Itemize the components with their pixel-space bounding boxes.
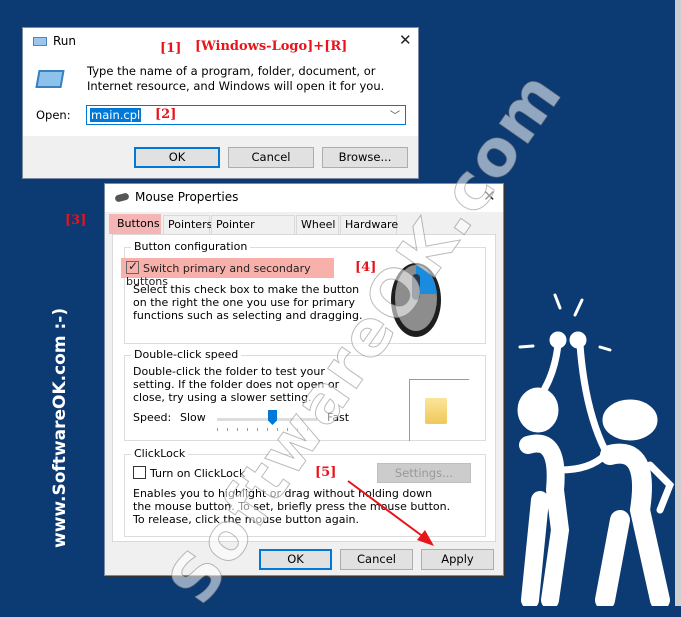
cancel-button[interactable]: Cancel: [228, 147, 314, 168]
tab-panel: Button configuration ✓ Switch primary and…: [112, 234, 496, 542]
tab-pointers[interactable]: Pointers: [163, 215, 212, 234]
clicklock-checkbox[interactable]: Turn on ClickLock: [133, 466, 245, 480]
fast-label: Fast: [327, 411, 350, 424]
tab-pointer-options[interactable]: Pointer Options: [211, 215, 295, 249]
clicklock-group: ClickLock Turn on ClickLock [5] Settings…: [124, 447, 486, 537]
switch-buttons-checkbox[interactable]: ✓ Switch primary and secondary buttons: [121, 258, 334, 288]
test-folder-area[interactable]: [409, 379, 469, 441]
annotation-5: [5]: [315, 465, 337, 480]
annotation-hotkey: [Windows-Logo]+[R]: [195, 39, 348, 54]
double-click-speed-group: Double-click speed Double-click the fold…: [124, 348, 486, 441]
run-title: Run: [53, 34, 77, 48]
speed-slider[interactable]: [217, 410, 317, 436]
tab-bar: Buttons Pointers Pointer Options Wheel H…: [109, 214, 499, 249]
button-config-description: Select this check box to make the button…: [133, 283, 363, 322]
annotation-4: [4]: [355, 260, 377, 275]
annotation-1: [1]: [160, 41, 182, 56]
right-edge-shadow: [675, 0, 681, 606]
slider-thumb[interactable]: [268, 410, 277, 425]
run-dialog: Run ✕ [1] [Windows-Logo]+[R] Type the na…: [22, 27, 419, 179]
group-title: Double-click speed: [131, 348, 242, 361]
mouse-image-icon: [391, 263, 441, 337]
close-icon[interactable]: ✕: [399, 31, 412, 49]
tab-hardware[interactable]: Hardware: [340, 215, 398, 234]
clicklock-description: Enables you to highlight or drag without…: [133, 487, 451, 526]
open-label: Open:: [36, 108, 71, 122]
cancel-button[interactable]: Cancel: [340, 549, 413, 570]
run-icon: [33, 37, 47, 46]
checkbox-unchecked[interactable]: [133, 466, 146, 479]
open-combobox[interactable]: main.cpl ﹀: [86, 105, 406, 125]
mouse-title: Mouse Properties: [135, 190, 239, 204]
browse-button[interactable]: Browse...: [322, 147, 408, 168]
open-input[interactable]: main.cpl: [90, 108, 142, 122]
tab-wheel[interactable]: Wheel: [296, 215, 339, 234]
clicklock-label: Turn on ClickLock: [150, 467, 246, 480]
annotation-3: [3]: [65, 213, 87, 228]
check-icon: ✓: [128, 259, 139, 273]
side-text: www.SoftwareOK.com :-): [50, 307, 70, 548]
tab-buttons[interactable]: Buttons: [109, 214, 161, 234]
folder-icon[interactable]: [425, 398, 447, 424]
settings-button[interactable]: Settings...: [377, 463, 471, 483]
run-description: Type the name of a program, folder, docu…: [87, 64, 385, 93]
mouse-properties-dialog: Mouse Properties ✕ [3] Buttons Pointers …: [65, 183, 504, 576]
double-click-description: Double-click the folder to test your set…: [133, 365, 340, 404]
close-icon[interactable]: ✕: [483, 187, 496, 205]
speed-label: Speed:: [133, 411, 172, 424]
group-title: ClickLock: [131, 447, 189, 460]
apply-button[interactable]: Apply: [421, 549, 494, 570]
group-title: Button configuration: [131, 240, 251, 253]
chevron-down-icon[interactable]: ﹀: [390, 107, 400, 122]
ok-button[interactable]: OK: [259, 549, 332, 570]
run-program-icon: [35, 70, 65, 88]
button-configuration-group: Button configuration ✓ Switch primary and…: [121, 240, 486, 344]
ok-button[interactable]: OK: [134, 147, 220, 168]
checkbox-checked[interactable]: ✓: [126, 259, 139, 274]
annotation-2: [2]: [155, 107, 177, 122]
high-five-figures-illustration: [517, 293, 675, 606]
slow-label: Slow: [180, 411, 206, 424]
